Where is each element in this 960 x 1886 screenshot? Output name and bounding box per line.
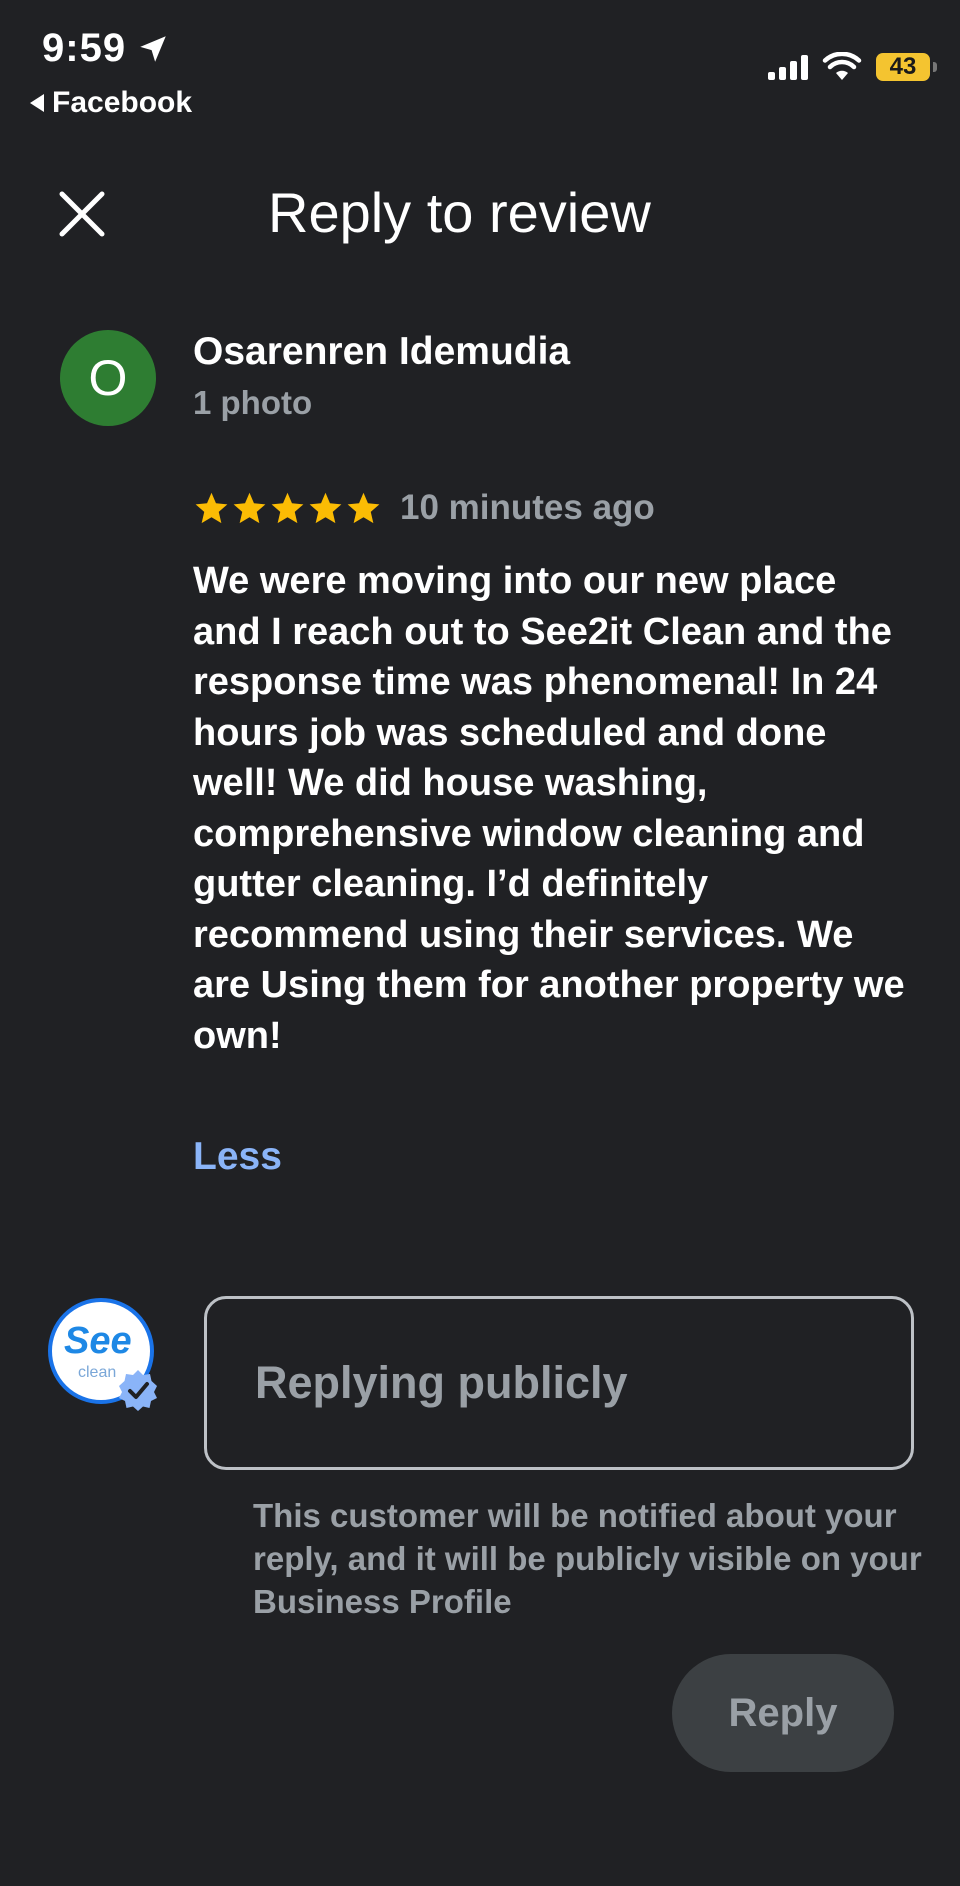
- review-text: We were moving into our new place and I …: [193, 560, 905, 1057]
- star-icon: [309, 492, 342, 523]
- reply-placeholder: Replying publicly: [255, 1357, 628, 1408]
- business-logo-sub: clean: [78, 1364, 117, 1381]
- avatar-letter: O: [88, 350, 128, 406]
- business-logo: See: [64, 1320, 132, 1362]
- reviewer-avatar[interactable]: O: [60, 330, 156, 426]
- verified-badge-icon: [119, 1370, 157, 1411]
- review-time: 10 minutes ago: [400, 488, 655, 527]
- back-triangle-icon: [30, 94, 44, 112]
- close-icon[interactable]: [56, 188, 108, 240]
- rating-row: 10 minutes ago: [193, 488, 655, 528]
- star-icon: [233, 492, 266, 523]
- reply-to-review-screen: 9:59 Facebook 43 Reply to review O Osare…: [0, 0, 960, 1886]
- reply-notice: This customer will be notified about you…: [253, 1497, 922, 1620]
- back-to-facebook-link[interactable]: Facebook: [30, 86, 192, 120]
- battery-level: 43: [889, 53, 917, 80]
- reviewer-name[interactable]: Osarenren Idemudia: [193, 330, 570, 374]
- cellular-signal-icon: [768, 54, 808, 80]
- reviewer-photo-count: 1 photo: [193, 384, 313, 421]
- location-arrow-icon: [140, 35, 166, 62]
- star-icon: [347, 492, 380, 523]
- reply-input[interactable]: Replying publicly: [204, 1296, 914, 1470]
- wifi-icon: [822, 52, 862, 80]
- status-indicators: 43: [768, 52, 937, 82]
- reply-button[interactable]: Reply: [672, 1654, 894, 1772]
- star-icon: [271, 492, 304, 523]
- battery-icon: 43: [876, 53, 937, 81]
- star-icon: [195, 492, 228, 523]
- status-time-text: 9:59: [42, 26, 127, 70]
- star-rating: [193, 490, 382, 527]
- status-time: 9:59: [42, 26, 170, 71]
- less-link[interactable]: Less: [193, 1135, 282, 1179]
- back-app-label: Facebook: [52, 86, 193, 119]
- page-title: Reply to review: [268, 181, 651, 244]
